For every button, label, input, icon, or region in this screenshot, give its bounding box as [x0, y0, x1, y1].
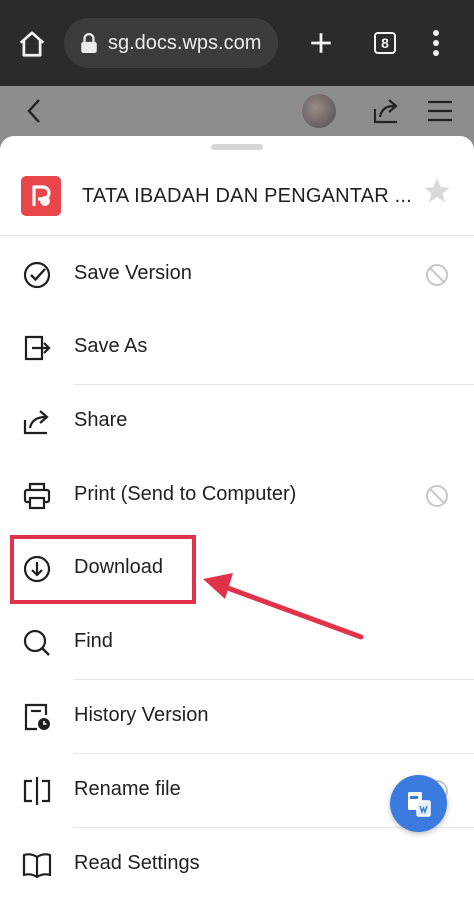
- menu-item-label: Rename file: [74, 778, 181, 800]
- lock-icon: [81, 33, 97, 53]
- tab-count: 8: [374, 32, 396, 54]
- wps-presentation-logo: [21, 176, 61, 216]
- home-icon[interactable]: [16, 28, 48, 60]
- disabled-icon: [426, 485, 448, 507]
- menu-item-label: Save Version: [74, 262, 192, 284]
- menu-item-share[interactable]: Share: [0, 385, 474, 459]
- annotation-arrow-icon: [203, 573, 364, 640]
- menu-item-label: Share: [74, 409, 128, 431]
- tab-switcher-button[interactable]: 8: [370, 30, 400, 56]
- search-icon: [23, 629, 50, 656]
- new-tab-icon[interactable]: [306, 28, 336, 58]
- document-title: TATA IBADAH DAN PENGANTAR ...: [82, 185, 412, 207]
- drag-handle[interactable]: [211, 144, 263, 150]
- menu-item-label: Print (Send to Computer): [74, 483, 297, 505]
- pdf-convert-fab[interactable]: [390, 775, 447, 832]
- book-icon: [22, 853, 52, 879]
- menu-item-label: History Version: [74, 704, 209, 726]
- download-highlight-box: [10, 535, 196, 604]
- browser-toolbar: sg.docs.wps.com 8: [0, 0, 474, 86]
- print-icon: [23, 482, 51, 510]
- address-bar[interactable]: sg.docs.wps.com: [64, 18, 278, 68]
- menu-item-history-version[interactable]: History Version: [0, 680, 474, 754]
- menu-item-label: Save As: [74, 335, 148, 357]
- menu-item-save-version[interactable]: Save Version: [0, 238, 474, 312]
- url-text: sg.docs.wps.com: [108, 31, 262, 54]
- disabled-icon: [426, 264, 448, 286]
- menu-item-label: Read Settings: [74, 852, 200, 874]
- menu-item-read-settings[interactable]: Read Settings: [0, 828, 474, 902]
- avatar[interactable]: [302, 94, 336, 128]
- save-version-icon: [23, 261, 51, 289]
- more-menu-icon[interactable]: [424, 26, 448, 60]
- back-arrow-icon[interactable]: [22, 96, 46, 126]
- menu-icon[interactable]: [426, 96, 454, 126]
- document-header: TATA IBADAH DAN PENGANTAR ...: [0, 160, 474, 236]
- menu-item-save-as[interactable]: Save As: [0, 311, 474, 385]
- menu-item-print[interactable]: Print (Send to Computer): [0, 459, 474, 533]
- rename-icon: [23, 777, 51, 805]
- share-icon[interactable]: [370, 94, 404, 128]
- share-icon: [23, 410, 49, 435]
- app-toolbar: [0, 86, 474, 140]
- pdf-convert-icon: [407, 791, 431, 817]
- history-icon: [24, 703, 50, 731]
- star-icon[interactable]: [422, 176, 452, 211]
- menu-item-label: Find: [74, 630, 113, 652]
- save-as-icon: [24, 335, 51, 361]
